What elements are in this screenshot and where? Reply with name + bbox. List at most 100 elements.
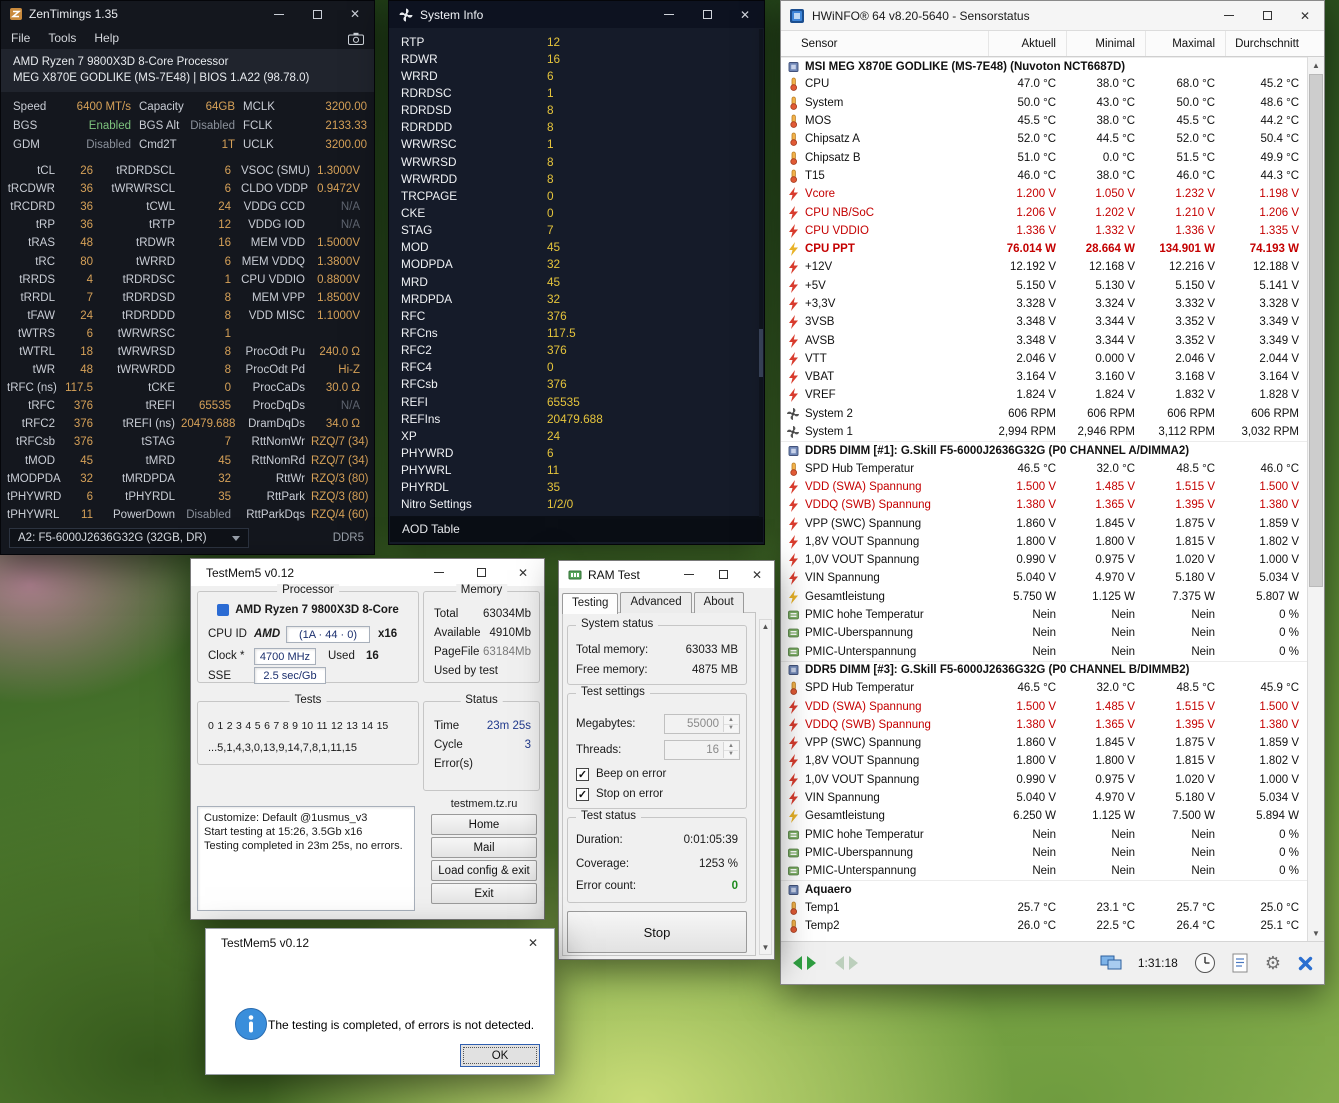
sensor-group-header[interactable]: MSI MEG X870E GODLIKE (MS-7E48) (Nuvoton… <box>781 57 1307 75</box>
column-minimal[interactable]: Minimal <box>1066 31 1145 56</box>
test-number[interactable]: 9 <box>292 720 298 732</box>
sensor-row[interactable]: Chipsatz A 52.0 °C 44.5 °C 52.0 °C 50.4 °C <box>781 130 1307 148</box>
sensor-row[interactable]: CPU NB/SoC 1.206 V 1.202 V 1.210 V 1.206 V <box>781 203 1307 221</box>
close-button[interactable]: ✕ <box>726 1 764 28</box>
spin-down-icon[interactable]: ▼ <box>724 750 738 758</box>
system-info-titlebar[interactable]: System Info ✕ <box>389 1 764 28</box>
menu-file[interactable]: File <box>11 31 30 45</box>
close-sensors-icon[interactable] <box>1297 955 1314 972</box>
close-button[interactable]: ✕ <box>502 559 544 586</box>
menu-tools[interactable]: Tools <box>48 31 76 45</box>
sensor-row[interactable]: Chipsatz B 51.0 °C 0.0 °C 51.5 °C 49.9 °C <box>781 148 1307 166</box>
column-maximal[interactable]: Maximal <box>1145 31 1225 56</box>
sensor-row[interactable]: 3VSB 3.348 V 3.344 V 3.352 V 3.349 V <box>781 313 1307 331</box>
sensor-row[interactable]: VDDQ (SWB) Spannung 1.380 V 1.365 V 1.395 V… <box>781 496 1307 514</box>
dialog-titlebar[interactable]: TestMem5 v0.12 ✕ <box>206 929 554 956</box>
test-number[interactable]: 5 <box>255 720 261 732</box>
sensor-group-header[interactable]: DDR5 DIMM [#1]: G.Skill F5-6000J2636G32G… <box>781 441 1307 459</box>
sensor-row[interactable]: PMIC-Überspannung Nein Nein Nein 0 % <box>781 624 1307 642</box>
sensor-group-header[interactable]: DDR5 DIMM [#3]: G.Skill F5-6000J2636G32G… <box>781 660 1307 679</box>
exit-button[interactable]: Exit <box>431 883 537 904</box>
maximize-button[interactable] <box>460 559 502 586</box>
test-number[interactable]: 10 <box>301 720 313 732</box>
minimize-button[interactable] <box>260 1 298 27</box>
sensor-row[interactable]: PMIC hohe Temperatur Nein Nein Nein 0 % <box>781 825 1307 843</box>
mail-button[interactable]: Mail <box>431 837 537 858</box>
tab-about[interactable]: About <box>693 592 744 613</box>
aod-table-header[interactable]: AOD Table <box>390 516 763 542</box>
scroll-down-icon[interactable]: ▼ <box>760 941 771 954</box>
sensor-row[interactable]: CPU VDDIO 1.336 V 1.332 V 1.336 V 1.335 V <box>781 222 1307 240</box>
column-sensor[interactable]: Sensor <box>781 38 988 50</box>
sensor-row[interactable]: CPU PPT 76.014 W 28.664 W 134.901 W 74.193 W <box>781 240 1307 258</box>
sensor-row[interactable]: VPP (SWC) Spannung 1.860 V 1.845 V 1.875 V1… <box>781 514 1307 532</box>
testmem5-titlebar[interactable]: TestMem5 v0.12 ✕ <box>191 559 544 586</box>
tab-testing[interactable]: Testing <box>562 593 619 614</box>
report-icon[interactable] <box>1232 953 1249 974</box>
test-number[interactable]: 2 <box>227 720 233 732</box>
sensor-row[interactable]: 1,8V VOUT Spannung 1.800 V 1.800 V 1.815 V1… <box>781 752 1307 770</box>
minimize-button[interactable] <box>650 1 688 28</box>
minimize-button[interactable] <box>672 561 706 588</box>
sensor-row[interactable]: VTT 2.046 V 0.000 V 2.046 V 2.044 V <box>781 350 1307 368</box>
sensor-row[interactable]: AVSB 3.348 V 3.344 V 3.352 V 3.349 V <box>781 331 1307 349</box>
sensor-row[interactable]: PMIC hohe Temperatur Nein Nein Nein 0 % <box>781 606 1307 624</box>
scrollbar-thumb[interactable] <box>759 329 763 377</box>
test-number[interactable]: 1 <box>217 720 223 732</box>
sensor-row[interactable]: System 50.0 °C 43.0 °C 50.0 °C 48.6 °C <box>781 94 1307 112</box>
close-button[interactable]: ✕ <box>336 1 374 27</box>
hw-column-header[interactable]: Sensor Aktuell Minimal Maximal Durchschn… <box>781 31 1324 57</box>
test-number[interactable]: 11 <box>317 720 328 732</box>
spin-down-icon[interactable]: ▼ <box>724 724 738 732</box>
rt-scrollbar[interactable]: ▲ ▼ <box>759 619 772 955</box>
sensor-row[interactable]: System 1 2,994 RPM 2,946 RPM 3,112 RPM 3,032… <box>781 423 1307 441</box>
remote-monitoring-icon[interactable] <box>1100 954 1122 972</box>
minimize-button[interactable] <box>1210 1 1248 30</box>
sensor-row[interactable]: System 2 606 RPM 606 RPM 606 RPM 606 RPM <box>781 405 1307 423</box>
spin-up-icon[interactable]: ▲ <box>724 742 738 751</box>
hw-scrollbar[interactable]: ▲ ▼ <box>1307 57 1324 941</box>
test-number[interactable]: 12 <box>331 720 343 732</box>
sensor-row[interactable]: Gesamtleistung 6.250 W 1.125 W 7.500 W 5.894… <box>781 807 1307 825</box>
load-config-exit-button[interactable]: Load config & exit <box>431 860 537 881</box>
sensor-row[interactable]: VDDQ (SWB) Spannung 1.380 V 1.365 V 1.395 V… <box>781 716 1307 734</box>
test-number[interactable]: 13 <box>346 720 358 732</box>
scrollbar-thumb[interactable] <box>1309 74 1323 587</box>
maximize-button[interactable] <box>706 561 740 588</box>
dimm-selector[interactable]: A2: F5-6000J2636G32G (32GB, DR) <box>9 528 249 548</box>
test-number[interactable]: 15 <box>377 720 389 732</box>
nav-back-forward-icon[interactable] <box>791 955 819 971</box>
sensor-row[interactable]: VPP (SWC) Spannung 1.860 V 1.845 V 1.875 V1… <box>781 734 1307 752</box>
stop-button[interactable]: Stop <box>567 911 747 953</box>
sensor-row[interactable]: 1,0V VOUT Spannung 0.990 V 0.975 V 1.020 V1… <box>781 771 1307 789</box>
test-number[interactable]: 7 <box>273 720 279 732</box>
sensor-row[interactable]: Gesamtleistung 5.750 W 1.125 W 7.375 W 5.807… <box>781 588 1307 606</box>
tm-log[interactable]: Customize: Default @1usmus_v3 Start testi… <box>197 806 415 911</box>
megabytes-input[interactable]: 55000 ▲ ▼ <box>664 714 740 734</box>
sensor-row[interactable]: Vcore 1.200 V 1.050 V 1.232 V 1.198 V <box>781 185 1307 203</box>
test-number[interactable]: 14 <box>361 720 373 732</box>
sensor-row[interactable]: CPU 47.0 °C 38.0 °C 68.0 °C 45.2 °C <box>781 75 1307 93</box>
sensor-group-header[interactable]: Aquaero <box>781 880 1307 898</box>
column-aktuell[interactable]: Aktuell <box>988 31 1066 56</box>
sensor-row[interactable]: 1,8V VOUT Spannung 1.800 V 1.800 V 1.815 V1… <box>781 533 1307 551</box>
sensor-row[interactable]: VDD (SWA) Spannung 1.500 V 1.485 V 1.515 V1… <box>781 697 1307 715</box>
sensor-row[interactable]: VIN Spannung 5.040 V 4.970 V 5.180 V 5.034 V <box>781 569 1307 587</box>
scroll-up-icon[interactable]: ▲ <box>1308 57 1324 73</box>
website-label[interactable]: testmem.tz.ru <box>431 798 537 810</box>
test-number[interactable]: 3 <box>236 720 242 732</box>
test-number[interactable]: 6 <box>264 720 270 732</box>
sensor-row[interactable]: PMIC-Überspannung Nein Nein Nein 0 % <box>781 844 1307 862</box>
spin-up-icon[interactable]: ▲ <box>724 716 738 725</box>
sensor-row[interactable]: +5V 5.150 V 5.130 V 5.150 V 5.141 V <box>781 277 1307 295</box>
scroll-down-icon[interactable]: ▼ <box>1308 925 1324 941</box>
test-number[interactable]: 4 <box>245 720 251 732</box>
si-scrollbar[interactable] <box>759 29 763 517</box>
maximize-button[interactable] <box>1248 1 1286 30</box>
home-button[interactable]: Home <box>431 814 537 835</box>
sensor-row[interactable]: VBAT 3.164 V 3.160 V 3.168 V 3.164 V <box>781 368 1307 386</box>
hwinfo-titlebar[interactable]: HWiNFO® 64 v8.20-5640 - Sensorstatus ✕ <box>781 1 1324 31</box>
beep-on-error-checkbox[interactable]: ✓ Beep on error <box>576 764 666 784</box>
sensor-row[interactable]: MOS 45.5 °C 38.0 °C 45.5 °C 44.2 °C <box>781 112 1307 130</box>
sensor-row[interactable]: PMIC-Unterspannung Nein Nein Nein 0 % <box>781 643 1307 661</box>
